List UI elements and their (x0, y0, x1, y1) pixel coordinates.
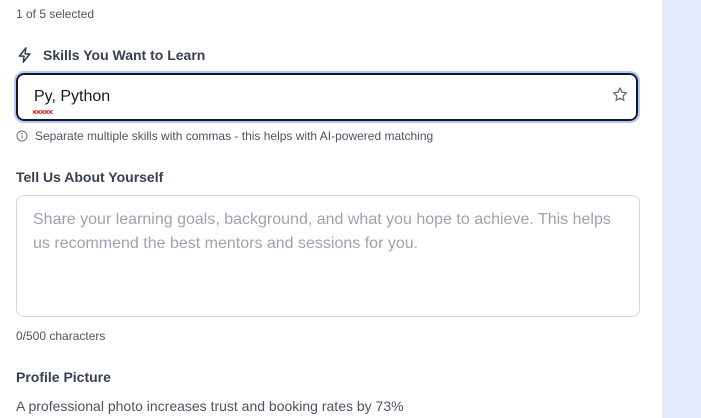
skills-hint: Separate multiple skills with commas - t… (16, 128, 433, 144)
info-icon (16, 130, 28, 142)
character-count: 0/500 characters (16, 329, 106, 343)
selection-count: 1 of 5 selected (16, 7, 95, 21)
profile-form: 1 of 5 selected Skills You Want to Learn (0, 0, 662, 418)
spellcheck-underline (33, 110, 53, 114)
skills-label-row: Skills You Want to Learn (16, 46, 205, 64)
skills-input[interactable] (14, 71, 640, 123)
about-textarea[interactable] (16, 195, 640, 317)
profile-picture-description: A professional photo increases trust and… (16, 398, 404, 414)
about-label: Tell Us About Yourself (16, 169, 164, 185)
profile-picture-label: Profile Picture (16, 369, 111, 385)
skills-label: Skills You Want to Learn (43, 47, 206, 63)
page: 1 of 5 selected Skills You Want to Learn (0, 0, 701, 418)
lightning-icon (16, 46, 34, 64)
skills-hint-text: Separate multiple skills with commas - t… (35, 129, 434, 143)
star-icon[interactable] (611, 86, 629, 104)
right-panel-background (662, 0, 701, 418)
